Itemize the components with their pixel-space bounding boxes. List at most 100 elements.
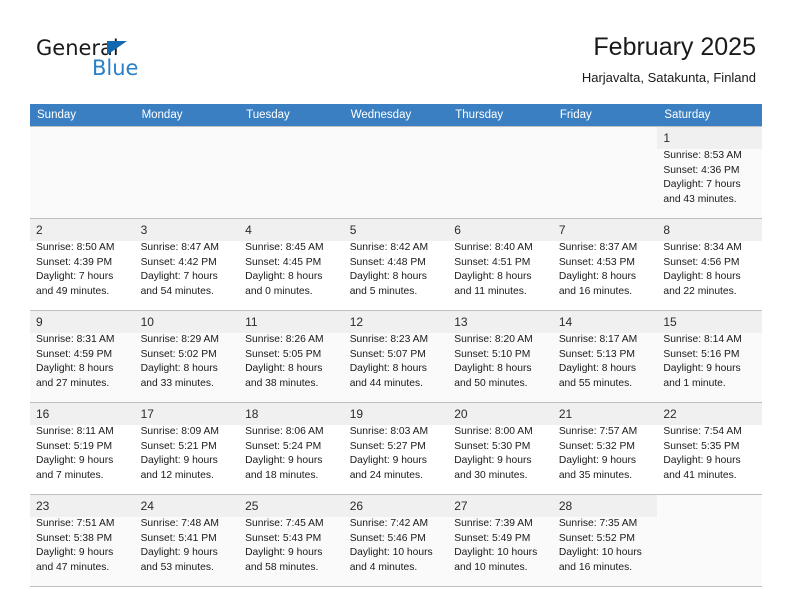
calendar-day-cell[interactable]: 27 Sunrise: 7:39 AM Sunset: 5:49 PM Dayligh…	[448, 494, 553, 587]
day-sun-info: Sunrise: 8:45 AM Sunset: 4:45 PM Daylight:…	[245, 241, 338, 299]
sunrise-text: Sunrise: 8:26 AM	[245, 334, 324, 345]
calendar-day-cell[interactable]: 20 Sunrise: 8:00 AM Sunset: 5:30 PM Dayligh…	[448, 402, 553, 495]
sunset-text: Sunset: 5:19 PM	[36, 440, 113, 452]
calendar-cell-inner: 27 Sunrise: 7:39 AM Sunset: 5:49 PM Dayligh…	[448, 495, 553, 586]
day-sun-info: Sunrise: 8:37 AM Sunset: 4:53 PM Daylight:…	[559, 241, 652, 299]
day-number: 11	[239, 311, 344, 333]
calendar-cell-empty	[239, 126, 344, 219]
sunrise-text: Sunrise: 8:17 AM	[558, 334, 638, 345]
sunrise-text: Sunrise: 8:00 AM	[454, 426, 533, 437]
calendar-day-cell[interactable]: 19 Sunrise: 8:03 AM Sunset: 5:27 PM Dayligh…	[343, 402, 449, 495]
daylight-text-line2: and 12 minutes.	[140, 469, 214, 481]
day-sun-info: Sunrise: 8:06 AM Sunset: 5:24 PM Daylight:…	[245, 425, 338, 483]
sunrise-text: Sunrise: 8:31 AM	[36, 334, 115, 345]
daylight-text-line2: and 0 minutes.	[245, 285, 313, 297]
calendar-day-cell[interactable]: 11 Sunrise: 8:26 AM Sunset: 5:05 PM Dayligh…	[239, 310, 344, 403]
calendar-cell-inner: 21 Sunrise: 7:57 AM Sunset: 5:32 PM Dayligh…	[552, 403, 658, 494]
calendar-day-cell[interactable]: 16 Sunrise: 8:11 AM Sunset: 5:19 PM Dayligh…	[30, 402, 135, 495]
day-number: 9	[30, 311, 135, 333]
calendar-day-cell[interactable]: 4 Sunrise: 8:45 AM Sunset: 4:45 PM Daylight…	[239, 218, 344, 311]
weekday-header-monday: Monday	[134, 104, 240, 127]
daylight-text-line1: Daylight: 9 hours	[558, 455, 637, 467]
daylight-text-line2: and 47 minutes.	[36, 561, 110, 573]
calendar-day-cell[interactable]: 26 Sunrise: 7:42 AM Sunset: 5:46 PM Dayligh…	[343, 494, 449, 587]
day-number: 17	[134, 403, 240, 425]
calendar-day-cell[interactable]: 13 Sunrise: 8:20 AM Sunset: 5:10 PM Dayligh…	[448, 310, 553, 403]
calendar-day-cell[interactable]: 2 Sunrise: 8:50 AM Sunset: 4:39 PM Daylight…	[30, 218, 135, 311]
title-block: February 2025 Harjavalta, Satakunta, Fin…	[582, 32, 756, 86]
calendar-day-cell[interactable]: 18 Sunrise: 8:06 AM Sunset: 5:24 PM Dayligh…	[239, 402, 344, 495]
calendar-cell-inner: 4 Sunrise: 8:45 AM Sunset: 4:45 PM Daylight…	[239, 219, 344, 310]
day-number: 12	[343, 311, 449, 333]
sunset-text: Sunset: 4:36 PM	[663, 164, 740, 176]
calendar-cell-inner: 6 Sunrise: 8:40 AM Sunset: 4:51 PM Daylight…	[448, 219, 553, 310]
calendar-day-cell[interactable]: 24 Sunrise: 7:48 AM Sunset: 5:41 PM Dayligh…	[134, 494, 240, 587]
calendar-cell-inner: 8 Sunrise: 8:34 AM Sunset: 4:56 PM Daylight…	[657, 219, 762, 310]
calendar-cell-inner: 11 Sunrise: 8:26 AM Sunset: 5:05 PM Dayligh…	[239, 311, 344, 402]
calendar-day-cell[interactable]: 6 Sunrise: 8:40 AM Sunset: 4:51 PM Daylight…	[448, 218, 553, 311]
calendar-cell-empty	[552, 126, 658, 219]
calendar-day-cell[interactable]: 1 Sunrise: 8:53 AM Sunset: 4:36 PM Daylight…	[657, 126, 762, 219]
calendar-day-cell[interactable]: 25 Sunrise: 7:45 AM Sunset: 5:43 PM Dayligh…	[239, 494, 344, 587]
calendar-day-cell[interactable]: 17 Sunrise: 8:09 AM Sunset: 5:21 PM Dayligh…	[134, 402, 240, 495]
day-number: 21	[552, 403, 658, 425]
daylight-text-line1: Daylight: 8 hours	[663, 271, 741, 283]
daylight-text-line1: Daylight: 8 hours	[245, 271, 323, 283]
calendar-day-cell[interactable]: 7 Sunrise: 8:37 AM Sunset: 4:53 PM Daylight…	[552, 218, 658, 311]
calendar-day-cell[interactable]: 12 Sunrise: 8:23 AM Sunset: 5:07 PM Dayligh…	[343, 310, 449, 403]
sunset-text: Sunset: 5:49 PM	[454, 532, 531, 544]
calendar-grid: Sunday Monday Tuesday Wednesday Thursday…	[30, 104, 762, 587]
day-number: 13	[448, 311, 553, 333]
calendar-cell-inner	[448, 127, 553, 218]
weekday-header-wednesday: Wednesday	[343, 104, 449, 127]
calendar-day-cell[interactable]: 21 Sunrise: 7:57 AM Sunset: 5:32 PM Dayligh…	[552, 402, 658, 495]
daylight-text-line1: Daylight: 8 hours	[349, 271, 427, 283]
calendar-cell-inner: 13 Sunrise: 8:20 AM Sunset: 5:10 PM Dayligh…	[448, 311, 553, 402]
day-number: 15	[657, 311, 762, 333]
sunrise-text: Sunrise: 8:45 AM	[245, 242, 324, 253]
calendar-cell-inner	[30, 127, 135, 218]
sunset-text: Sunset: 5:24 PM	[245, 440, 322, 452]
calendar-day-cell[interactable]: 9 Sunrise: 8:31 AM Sunset: 4:59 PM Daylight…	[30, 310, 135, 403]
calendar-cell-empty	[134, 126, 240, 219]
calendar-cell-empty	[343, 126, 449, 219]
sunrise-text: Sunrise: 8:11 AM	[36, 426, 114, 437]
sunset-text: Sunset: 5:02 PM	[140, 348, 217, 360]
day-sun-info: Sunrise: 8:20 AM Sunset: 5:10 PM Daylight:…	[454, 333, 547, 391]
daylight-text-line2: and 49 minutes.	[36, 285, 110, 297]
sunrise-text: Sunrise: 7:57 AM	[558, 426, 638, 437]
calendar-day-cell[interactable]: 22 Sunrise: 7:54 AM Sunset: 5:35 PM Dayligh…	[657, 402, 762, 495]
calendar-day-cell[interactable]: 28 Sunrise: 7:35 AM Sunset: 5:52 PM Dayligh…	[552, 494, 658, 587]
calendar-cell-empty	[448, 126, 553, 219]
day-sun-info: Sunrise: 8:09 AM Sunset: 5:21 PM Daylight:…	[141, 425, 234, 483]
calendar-cell-inner: 18 Sunrise: 8:06 AM Sunset: 5:24 PM Dayligh…	[239, 403, 344, 494]
sunset-text: Sunset: 5:16 PM	[663, 348, 740, 360]
calendar-day-cell[interactable]: 10 Sunrise: 8:29 AM Sunset: 5:02 PM Dayligh…	[134, 310, 240, 403]
day-sun-info: Sunrise: 8:17 AM Sunset: 5:13 PM Daylight:…	[559, 333, 652, 391]
calendar-day-cell[interactable]: 23 Sunrise: 7:51 AM Sunset: 5:38 PM Dayligh…	[30, 494, 135, 587]
calendar-day-cell[interactable]: 3 Sunrise: 8:47 AM Sunset: 4:42 PM Daylight…	[134, 218, 240, 311]
calendar-day-cell[interactable]: 5 Sunrise: 8:42 AM Sunset: 4:48 PM Daylight…	[343, 218, 449, 311]
weekday-header-thursday: Thursday	[448, 104, 553, 127]
day-number: 20	[448, 403, 553, 425]
day-number: 22	[657, 403, 762, 425]
sunset-text: Sunset: 5:41 PM	[140, 532, 217, 544]
day-sun-info: Sunrise: 8:03 AM Sunset: 5:27 PM Daylight:…	[350, 425, 443, 483]
sunrise-text: Sunrise: 8:09 AM	[140, 426, 219, 437]
calendar-cell-inner: 9 Sunrise: 8:31 AM Sunset: 4:59 PM Daylight…	[30, 311, 135, 402]
day-number: 1	[657, 127, 762, 149]
calendar-cell-inner: 17 Sunrise: 8:09 AM Sunset: 5:21 PM Dayligh…	[134, 403, 240, 494]
calendar-cell-inner: 24 Sunrise: 7:48 AM Sunset: 5:41 PM Dayligh…	[134, 495, 240, 586]
daylight-text-line2: and 5 minutes.	[349, 285, 418, 297]
logo-text-blue: Blue	[92, 56, 139, 80]
day-number: 4	[239, 219, 344, 241]
calendar-day-cell[interactable]: 15 Sunrise: 8:14 AM Sunset: 5:16 PM Dayligh…	[657, 310, 762, 403]
sunrise-text: Sunrise: 7:45 AM	[245, 518, 324, 529]
sunrise-text: Sunrise: 8:50 AM	[36, 242, 115, 253]
calendar-day-cell[interactable]: 8 Sunrise: 8:34 AM Sunset: 4:56 PM Daylight…	[657, 218, 762, 311]
day-number: 28	[552, 495, 658, 517]
sunrise-text: Sunrise: 8:20 AM	[454, 334, 533, 345]
sunrise-text: Sunrise: 7:39 AM	[454, 518, 533, 529]
daylight-text-line1: Daylight: 9 hours	[454, 455, 532, 467]
calendar-day-cell[interactable]: 14 Sunrise: 8:17 AM Sunset: 5:13 PM Dayligh…	[552, 310, 658, 403]
